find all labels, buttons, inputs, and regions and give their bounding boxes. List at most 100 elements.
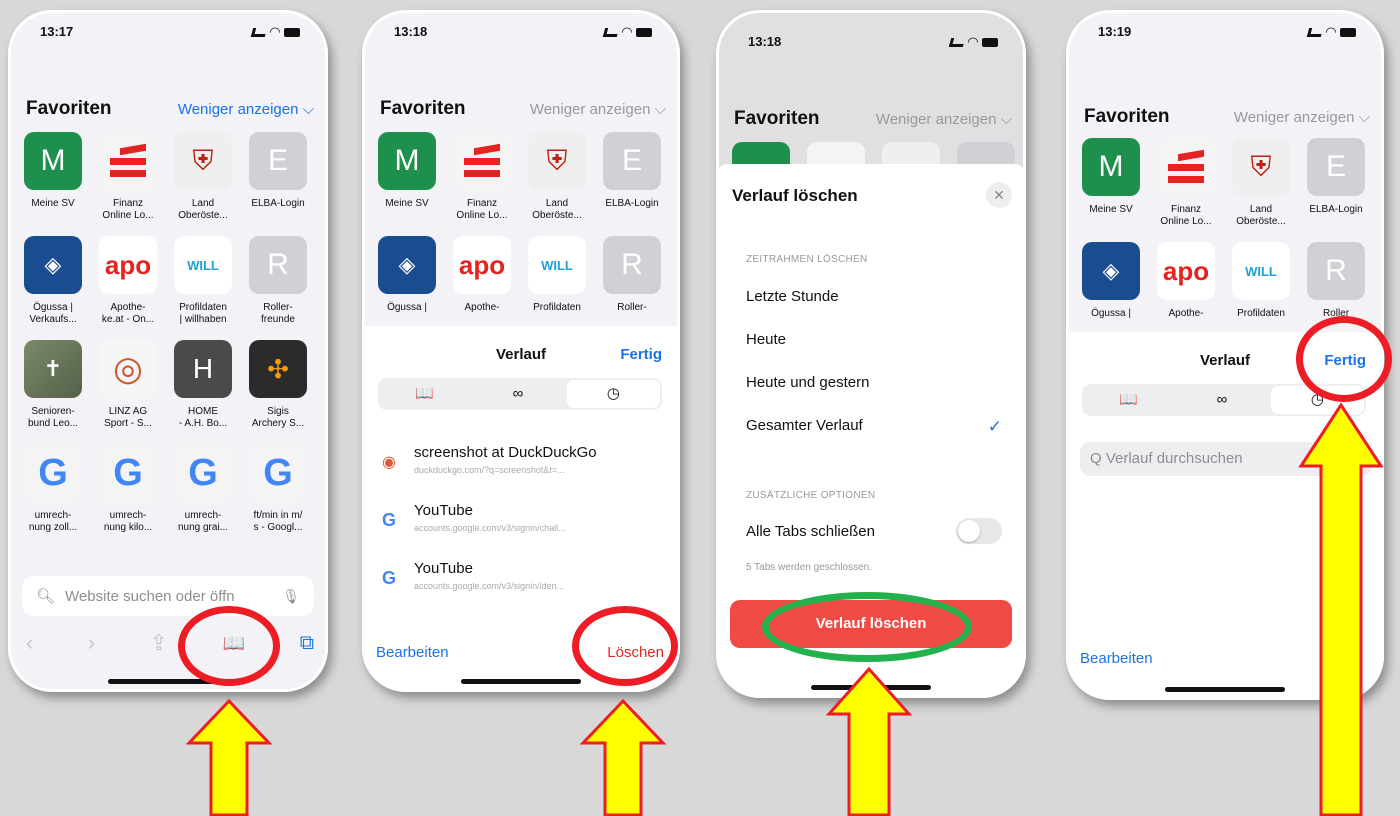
option-last-hour[interactable]: Letzte Stunde (746, 288, 1002, 305)
apo-icon: apo (99, 236, 157, 294)
favorites-header: Favoriten Weniger anzeigen ⌵ (26, 98, 314, 120)
favorite-label: ELBA-Login (1309, 204, 1363, 215)
finanz-online-icon (453, 132, 511, 190)
letter-h-icon: H (174, 340, 232, 398)
favorite-google-3[interactable]: Gumrech- nung grai... (174, 444, 232, 548)
close-tabs-row: Alle Tabs schließen (746, 518, 1002, 544)
address-search-input[interactable]: 🔍︎ Website suchen oder öffn 🎙 (22, 576, 314, 616)
reading-list-tab-icon[interactable]: ∞ (471, 380, 564, 408)
option-all-history[interactable]: Gesamter Verlauf ✓ (746, 417, 1002, 437)
favorite-land-ooe[interactable]: ⛨ Land Oberöste... (174, 132, 232, 236)
show-less-link[interactable]: Weniger anzeigen ⌵ (178, 101, 314, 118)
favorite-land-ooe[interactable]: ⛨ Land Oberöste... (528, 132, 586, 236)
show-less-link[interactable]: Weniger anzeigen ⌵ (530, 101, 666, 118)
show-less-link[interactable]: Weniger anzeigen ⌵ (1234, 109, 1370, 126)
favorite-finanz-online[interactable]: Finanz Online Lo... (1157, 138, 1215, 242)
close-tabs-toggle[interactable] (956, 518, 1002, 544)
history-item-title: screenshot at DuckDuckGo (414, 444, 597, 461)
favorite-elba-login[interactable]: E ELBA-Login (249, 132, 307, 236)
option-today-yesterday[interactable]: Heute und gestern (746, 374, 1002, 391)
meine-sv-icon: M (1082, 138, 1140, 196)
forward-button[interactable]: › (88, 630, 95, 656)
signal-icon (948, 37, 966, 47)
show-less-link: Weniger anzeigen ⌵ (875, 110, 1012, 128)
history-item-title: YouTube (414, 502, 473, 519)
favorites-peek (732, 142, 1015, 164)
favorite-label: Profildaten | willhaben (179, 302, 227, 325)
favorite-label: Ögussa | Verkaufs... (29, 302, 77, 325)
favorite-oegussa[interactable]: ◈ Ögussa | Verkaufs... (24, 236, 82, 340)
edit-button[interactable]: Bearbeiten (1080, 650, 1153, 667)
share-button[interactable]: ⇪ (150, 630, 168, 656)
search-placeholder: Website suchen oder öffn (65, 587, 235, 605)
favorites-grid: M Meine SV Finanz Online Lo... ⛨ Land Ober… (24, 132, 307, 548)
back-button[interactable]: ‹ (26, 630, 33, 656)
favorite-label: ELBA-Login (605, 198, 659, 209)
tabs-button[interactable]: ⧉ (300, 632, 314, 655)
willhaben-icon: WILL (528, 236, 586, 294)
favorite-meine-sv[interactable]: M Meine SV (378, 132, 436, 236)
arrow-up-4 (1298, 402, 1384, 816)
favorite-linz-ag[interactable]: ◎ LINZ AG Sport - S... (99, 340, 157, 444)
done-button[interactable]: Fertig (620, 346, 662, 363)
favorite-label: umrech- nung zoll... (28, 510, 78, 533)
favorite-google-1[interactable]: Gumrech- nung zoll... (24, 444, 82, 548)
favorites-grid: M Meine SV Finanz Online Lo... ⛨ Land Ober… (378, 132, 661, 340)
favorite-label: Apothe- ke.at - On... (101, 302, 155, 325)
favorite-apotheke[interactable]: apo Apothe- (1157, 242, 1215, 346)
favorite-apotheke[interactable]: apo Apothe- ke.at - On... (99, 236, 157, 340)
signal-icon (602, 27, 620, 37)
favorite-meine-sv[interactable]: M Meine SV (24, 132, 82, 236)
bookmarks-tab-icon[interactable]: 📖 (1082, 386, 1175, 414)
battery-icon (636, 27, 652, 37)
favorite-willhaben[interactable]: WILL Profildaten (528, 236, 586, 340)
favorite-oegussa[interactable]: ◈ Ögussa | (1082, 242, 1140, 346)
history-tab-icon[interactable]: ◷ (566, 380, 660, 408)
phone-screen-2: 13:18 ◠ Favoriten Weniger anzeigen ⌵ M Me… (362, 10, 680, 692)
meine-sv-icon: M (24, 132, 82, 190)
bookmarks-tab-icon[interactable]: 📖 (378, 380, 471, 408)
favorite-apotheke[interactable]: apo Apothe- (453, 236, 511, 340)
favorite-willhaben[interactable]: WILL Profildaten (1232, 242, 1290, 346)
history-item[interactable]: ◉ screenshot at DuckDuckGo duckduckgo.com/… (378, 444, 664, 502)
favorite-google-2[interactable]: Gumrech- nung kilo... (99, 444, 157, 548)
status-time: 13:18 (748, 34, 782, 49)
battery-icon (982, 37, 998, 47)
section-additional: ZUSÄTZLICHE OPTIONEN (746, 490, 876, 501)
favorites-header: Favoriten Weniger anzeigen ⌵ (380, 98, 666, 120)
favorite-seniorenbund[interactable]: ✝ Senioren- bund Leo... (24, 340, 82, 444)
status-time: 13:17 (40, 24, 74, 39)
favorite-oegussa[interactable]: ◈ Ögussa | (378, 236, 436, 340)
status-time: 13:19 (1098, 24, 1132, 39)
favorite-google-4[interactable]: Gft/min in m/ s - Googl... (249, 444, 307, 548)
history-list: ◉ screenshot at DuckDuckGo duckduckgo.com/… (378, 444, 664, 618)
favorite-rollerfreunde[interactable]: R Roller- (603, 236, 661, 340)
oegussa-icon: ◈ (24, 236, 82, 294)
history-item[interactable]: G YouTube accounts.google.com/v3/signin/ch… (378, 502, 664, 560)
favorite-elba-login[interactable]: E ELBA-Login (603, 132, 661, 236)
letter-e-icon: E (249, 132, 307, 190)
coat-of-arms-icon: ⛨ (174, 132, 232, 190)
favorite-finanz-online[interactable]: Finanz Online Lo... (453, 132, 511, 236)
favorite-finanz-online[interactable]: Finanz Online Lo... (99, 132, 157, 236)
history-item-url: duckduckgo.com/?q=screenshot&t=... (414, 465, 565, 475)
option-today[interactable]: Heute (746, 331, 1002, 348)
google-icon: G (381, 568, 396, 588)
reading-list-tab-icon[interactable]: ∞ (1175, 386, 1268, 414)
checkmark-icon: ✓ (987, 417, 1002, 436)
duckduckgo-icon: ◉ (382, 454, 396, 471)
favorite-home[interactable]: H HOME - A.H. Bo... (174, 340, 232, 444)
favorite-meine-sv[interactable]: M Meine SV (1082, 138, 1140, 242)
letter-r-icon: R (1307, 242, 1365, 300)
microphone-icon[interactable]: 🎙 (282, 588, 300, 605)
favorite-willhaben[interactable]: WILL Profildaten | willhaben (174, 236, 232, 340)
favorite-sigis-archery[interactable]: ✣ Sigis Archery S... (249, 340, 307, 444)
favorite-land-ooe[interactable]: ⛨ Land Oberöste... (1232, 138, 1290, 242)
letter-e-icon: E (1307, 138, 1365, 196)
favorite-elba-login[interactable]: E ELBA-Login (1307, 138, 1365, 242)
close-icon[interactable]: ✕ (986, 182, 1012, 208)
favorite-label: Land Oberöste... (178, 198, 228, 221)
favorite-rollerfreunde[interactable]: R Roller- freunde (249, 236, 307, 340)
edit-button[interactable]: Bearbeiten (376, 644, 449, 661)
favorite-label: LINZ AG Sport - S... (104, 406, 152, 429)
